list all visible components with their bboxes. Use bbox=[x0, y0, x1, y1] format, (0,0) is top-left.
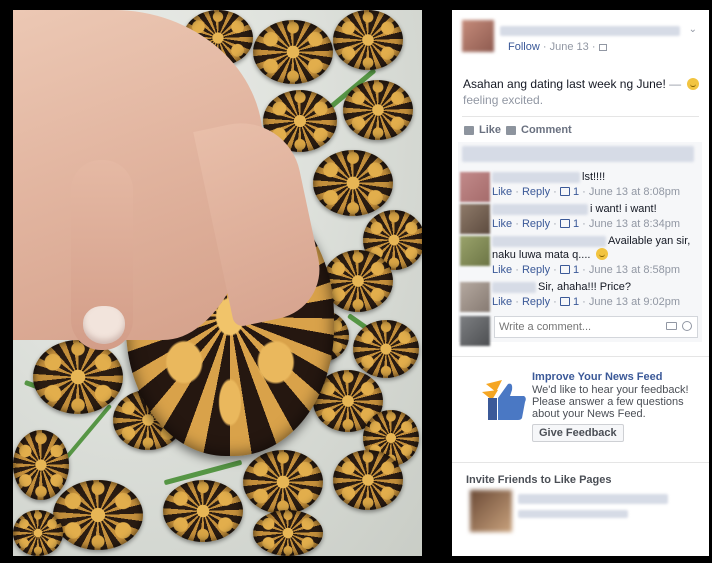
invite-sub-redacted bbox=[518, 510, 628, 518]
comment-button[interactable]: Comment bbox=[506, 124, 572, 136]
post-body: Asahan ang dating last week ng June! bbox=[463, 77, 666, 91]
dot: · bbox=[553, 186, 557, 198]
comment-reply-link[interactable]: Reply bbox=[522, 186, 550, 198]
feedback-description: We'd like to hear your feedback! Please … bbox=[532, 384, 689, 420]
dot: · bbox=[553, 218, 557, 230]
comment-like-count[interactable]: 1 bbox=[573, 218, 579, 230]
post-text: Asahan ang dating last week ng June! — f… bbox=[463, 76, 701, 108]
dot: · bbox=[515, 296, 519, 308]
comment-label: Comment bbox=[521, 124, 572, 136]
dot: · bbox=[582, 218, 586, 230]
comment-author-redacted[interactable] bbox=[492, 204, 588, 215]
dot: · bbox=[582, 186, 586, 198]
feeling-text: feeling excited. bbox=[463, 93, 544, 107]
meta-separator-2: · bbox=[591, 41, 596, 53]
comment-like-count[interactable]: 1 bbox=[573, 264, 579, 276]
post-actions: Like Comment bbox=[462, 116, 699, 140]
dot: · bbox=[515, 186, 519, 198]
comment-text: lst!!!! bbox=[582, 171, 606, 183]
thumbs-up-icon bbox=[559, 265, 570, 274]
dot: · bbox=[582, 296, 586, 308]
post-side-panel: Follow · June 13 · ⌄ Asahan ang dating l… bbox=[452, 10, 709, 556]
comment-text: Sir, ahaha!!! Price? bbox=[538, 281, 631, 293]
viewer-avatar bbox=[460, 316, 490, 346]
globe-icon bbox=[598, 44, 607, 51]
thumbs-up-icon bbox=[559, 187, 570, 196]
likers-redacted[interactable] bbox=[462, 146, 694, 162]
comment-text-line-2: naku luwa mata q.... bbox=[492, 248, 610, 262]
thumbnail-nail bbox=[83, 306, 125, 344]
comment-avatar[interactable] bbox=[460, 236, 490, 266]
comment-composer[interactable] bbox=[494, 316, 698, 338]
comment-author-redacted[interactable] bbox=[492, 282, 536, 293]
camera-icon[interactable] bbox=[666, 322, 677, 330]
dot: · bbox=[515, 218, 519, 230]
comment-meta: Like · Reply · 1 · June 13 at 8:08pm bbox=[492, 186, 680, 198]
like-button[interactable]: Like bbox=[464, 124, 501, 136]
meta-separator: · bbox=[542, 41, 547, 53]
post-meta: Follow · June 13 · bbox=[508, 41, 607, 53]
comment-like-link[interactable]: Like bbox=[492, 296, 512, 308]
comment-time[interactable]: June 13 at 8:58pm bbox=[589, 264, 680, 276]
give-feedback-button[interactable]: Give Feedback bbox=[532, 424, 624, 442]
comment-like-count[interactable]: 1 bbox=[573, 296, 579, 308]
comments-section: lst!!!! Like · Reply · 1 · June 13 at 8:… bbox=[458, 142, 702, 346]
comment-item: Available yan sir, naku luwa mata q.... … bbox=[458, 235, 702, 282]
feedback-thumbs-up-icon bbox=[482, 380, 526, 420]
author-name-redacted[interactable] bbox=[500, 26, 680, 36]
comment-item: i want! i want! Like · Reply · 1 · June … bbox=[458, 203, 702, 236]
comment-time[interactable]: June 13 at 9:02pm bbox=[589, 296, 680, 308]
dot: · bbox=[515, 264, 519, 276]
post-date[interactable]: June 13 bbox=[550, 41, 589, 53]
comment-avatar[interactable] bbox=[460, 204, 490, 234]
thumbs-up-icon bbox=[559, 219, 570, 228]
author-avatar[interactable] bbox=[462, 20, 494, 52]
comment-reply-link[interactable]: Reply bbox=[522, 264, 550, 276]
comment-avatar[interactable] bbox=[460, 282, 490, 312]
thumbs-up-icon bbox=[559, 297, 570, 306]
divider bbox=[452, 462, 709, 463]
invite-name-redacted[interactable] bbox=[518, 494, 668, 504]
post-header: Follow · June 13 · ⌄ bbox=[462, 20, 699, 64]
comment-like-link[interactable]: Like bbox=[492, 264, 512, 276]
comment-like-count[interactable]: 1 bbox=[573, 186, 579, 198]
comment-item: Sir, ahaha!!! Price? Like · Reply · 1 · … bbox=[458, 281, 702, 314]
follow-link[interactable]: Follow bbox=[508, 41, 540, 53]
dot: · bbox=[553, 296, 557, 308]
feedback-card: Improve Your News Feed We'd like to hear… bbox=[462, 368, 702, 458]
comment-time[interactable]: June 13 at 8:34pm bbox=[589, 218, 680, 230]
comment-author-redacted[interactable] bbox=[492, 172, 580, 183]
invite-title: Invite Friends to Like Pages bbox=[466, 474, 612, 486]
comment-author-redacted[interactable] bbox=[492, 236, 606, 247]
comment-input[interactable] bbox=[495, 317, 655, 337]
comment-reply-link[interactable]: Reply bbox=[522, 218, 550, 230]
comment-meta: Like · Reply · 1 · June 13 at 9:02pm bbox=[492, 296, 680, 308]
like-icon bbox=[464, 125, 474, 135]
dot: · bbox=[553, 264, 557, 276]
emoji-icon bbox=[686, 78, 699, 90]
chevron-down-icon[interactable]: ⌄ bbox=[689, 24, 697, 35]
post-photo[interactable] bbox=[13, 10, 422, 556]
comment-meta: Like · Reply · 1 · June 13 at 8:34pm bbox=[492, 218, 680, 230]
emoji-icon[interactable] bbox=[682, 321, 692, 331]
comment-time[interactable]: June 13 at 8:08pm bbox=[589, 186, 680, 198]
divider bbox=[452, 356, 709, 357]
feeling-dash: — bbox=[669, 77, 682, 91]
comment-text: i want! i want! bbox=[590, 203, 657, 215]
comment-meta: Like · Reply · 1 · June 13 at 8:58pm bbox=[492, 264, 680, 276]
invite-avatar[interactable] bbox=[470, 490, 512, 532]
feedback-title[interactable]: Improve Your News Feed bbox=[532, 371, 662, 383]
comment-text: Available yan sir, bbox=[608, 235, 691, 247]
like-label: Like bbox=[479, 124, 502, 136]
comment-avatar[interactable] bbox=[460, 172, 490, 202]
emoji-icon bbox=[595, 248, 608, 260]
dot: · bbox=[582, 264, 586, 276]
comment-like-link[interactable]: Like bbox=[492, 218, 512, 230]
comment-icon bbox=[506, 125, 516, 135]
comment-item: lst!!!! Like · Reply · 1 · June 13 at 8:… bbox=[458, 171, 702, 204]
comment-like-link[interactable]: Like bbox=[492, 186, 512, 198]
comment-reply-link[interactable]: Reply bbox=[522, 296, 550, 308]
comment-text-cont: naku luwa mata q.... bbox=[492, 249, 591, 261]
